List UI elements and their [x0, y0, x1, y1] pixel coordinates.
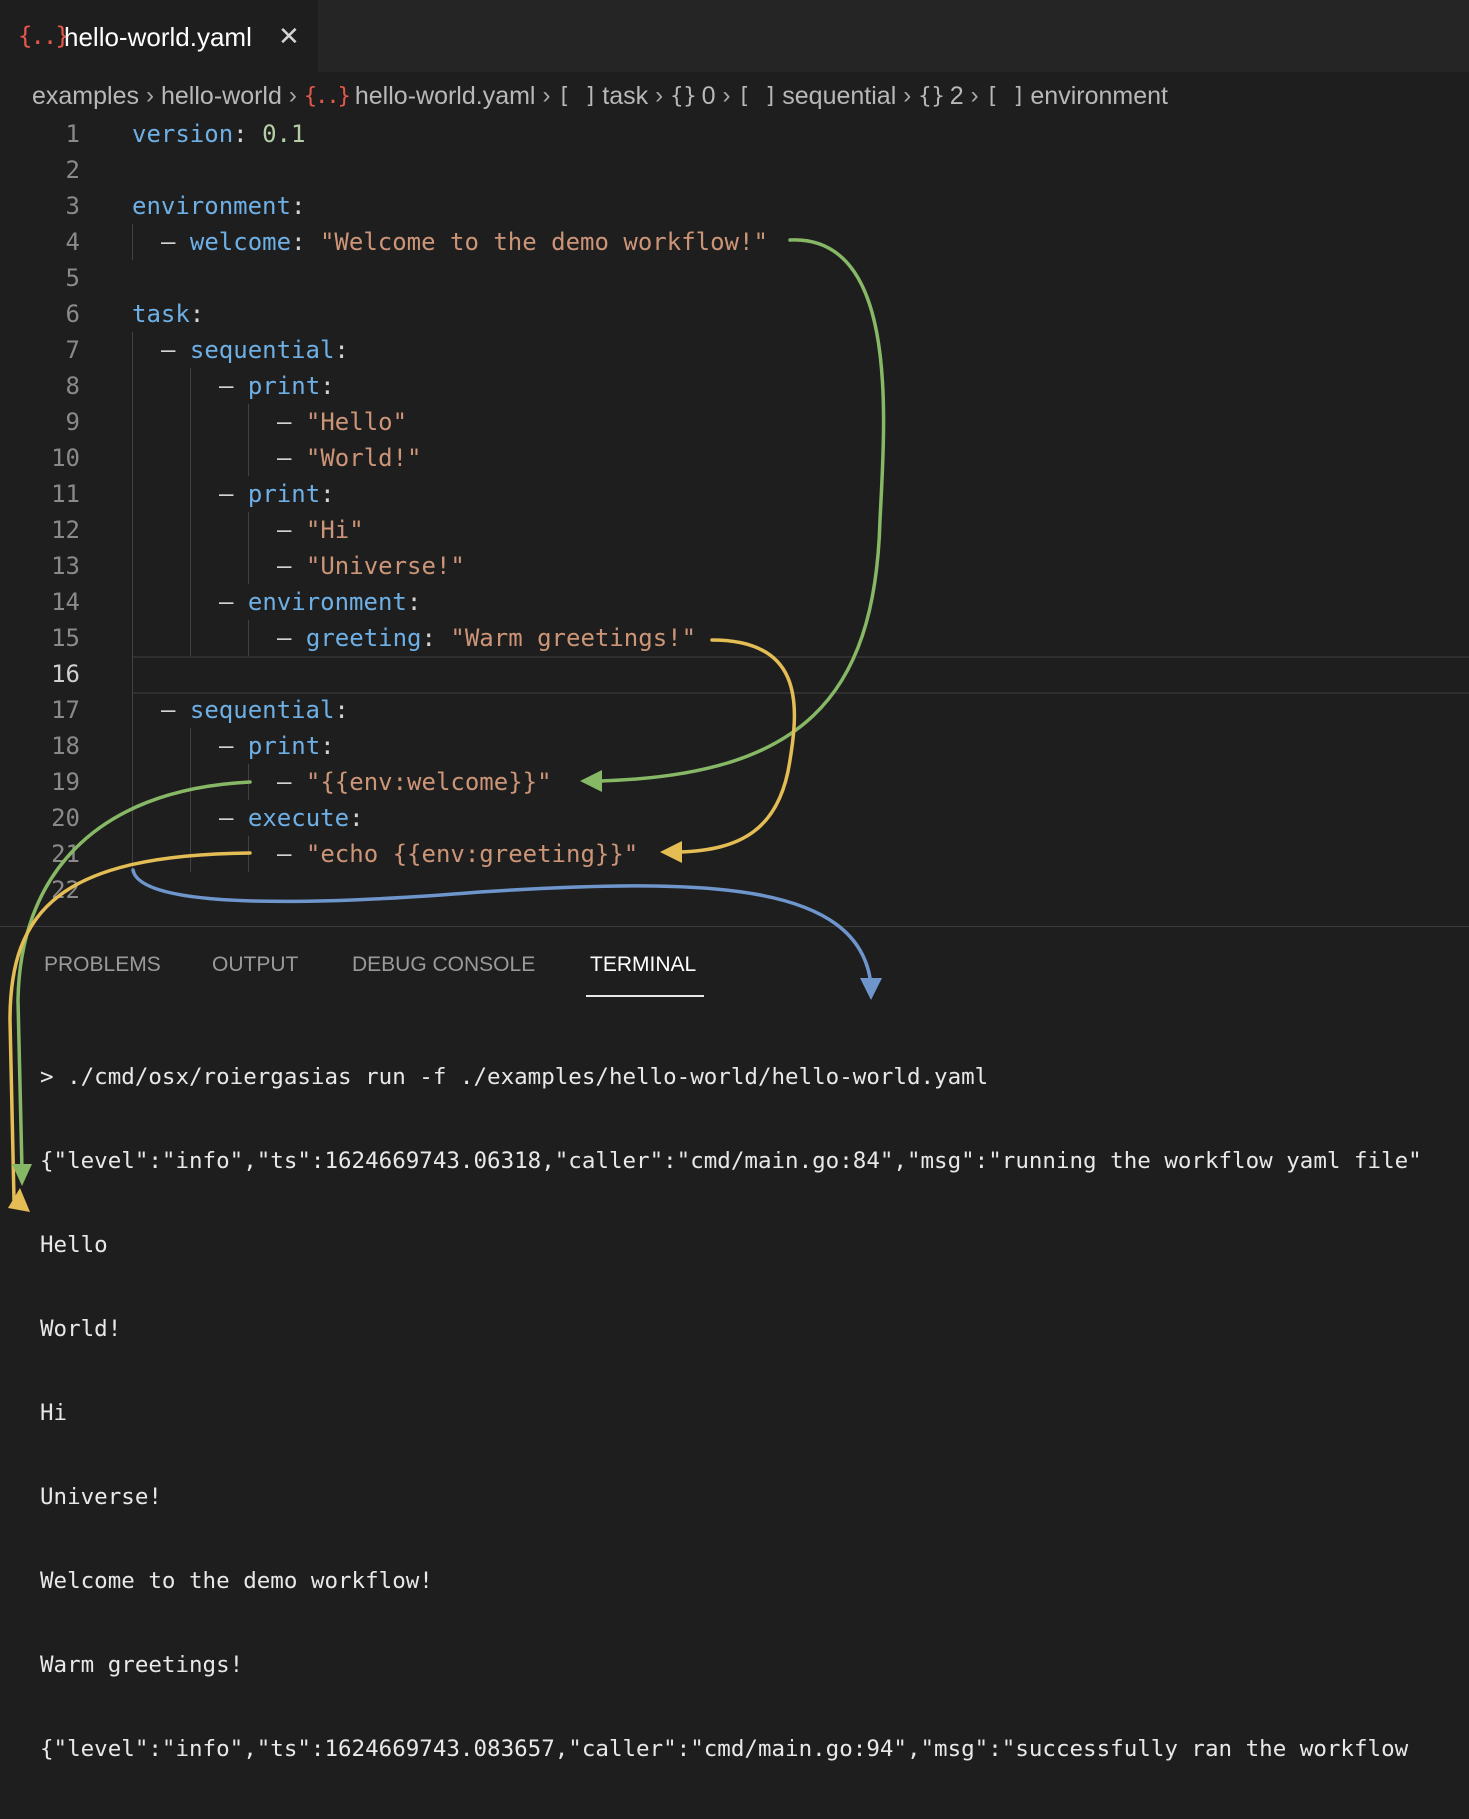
- yellow-arrow-greeting: [678, 638, 797, 854]
- annotation-arrows: [8, 238, 886, 1212]
- green-arrow-output: [16, 780, 252, 1172]
- arrowhead: [860, 978, 882, 1000]
- terminal-line: Hi: [40, 1400, 68, 1426]
- yellow-arrow-output: [8, 851, 252, 1202]
- terminal-line: Warm greetings!: [40, 1652, 244, 1678]
- terminal-line: Welcome to the demo workflow!: [40, 1568, 433, 1594]
- arrowhead: [580, 770, 602, 792]
- green-arrow-welcome: [598, 238, 886, 783]
- terminal-line: World!: [40, 1316, 122, 1342]
- terminal-line: {"level":"info","ts":1624669743.083657,"…: [40, 1736, 1409, 1762]
- arrowhead: [660, 841, 682, 863]
- blue-arrow-terminal: [131, 868, 873, 987]
- terminal-line: Universe!: [40, 1484, 162, 1510]
- arrowhead: [8, 1188, 30, 1212]
